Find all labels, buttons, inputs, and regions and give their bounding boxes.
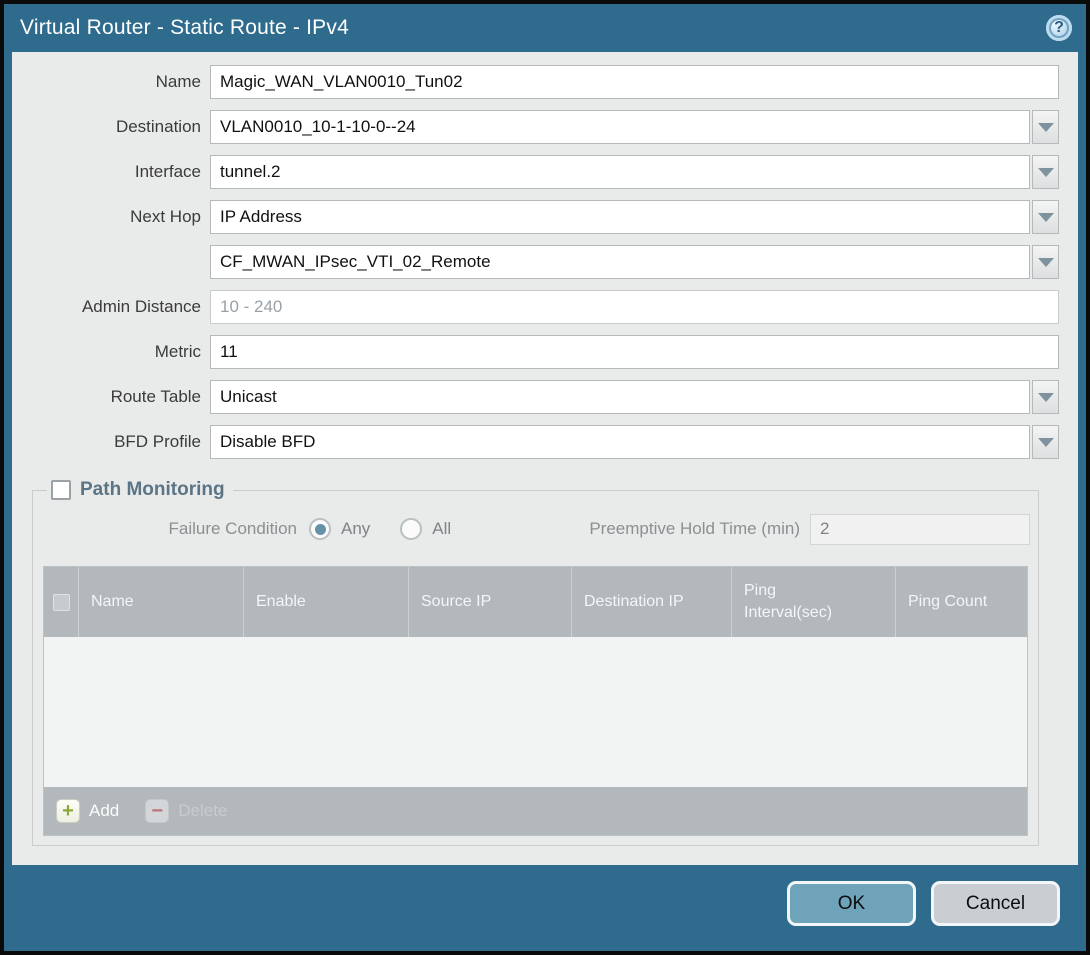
failure-condition-row: Failure Condition Any All Preemptive Hol… — [41, 511, 1030, 547]
next-hop-label: Next Hop — [12, 207, 210, 227]
table-header-row: Name Enable Source IP Destination IP Pin… — [44, 567, 1027, 637]
form-row-next-hop-address — [12, 245, 1059, 279]
path-monitoring-section: Path Monitoring Failure Condition Any Al… — [32, 479, 1039, 846]
destination-input[interactable] — [210, 110, 1030, 144]
next-hop-address-input[interactable] — [210, 245, 1030, 279]
form-row-bfd-profile: BFD Profile — [12, 425, 1059, 459]
chevron-down-icon — [1038, 168, 1054, 177]
chevron-down-icon — [1038, 258, 1054, 267]
form-row-metric: Metric — [12, 335, 1059, 369]
path-monitoring-title: Path Monitoring — [80, 479, 225, 501]
form-row-interface: Interface — [12, 155, 1059, 189]
path-monitoring-legend: Path Monitoring — [47, 479, 233, 501]
path-monitoring-checkbox[interactable] — [51, 480, 71, 500]
column-header-label: Name — [91, 593, 134, 611]
form-row-destination: Destination — [12, 110, 1059, 144]
route-table-input[interactable] — [210, 380, 1030, 414]
bfd-profile-label: BFD Profile — [12, 432, 210, 452]
radio-unselected-icon — [400, 518, 422, 540]
column-header-label: Ping Count — [908, 593, 987, 611]
ok-button[interactable]: OK — [787, 881, 916, 926]
metric-input[interactable] — [210, 335, 1059, 369]
failure-condition-all-radio[interactable]: All — [400, 518, 451, 540]
header-cell-source-ip: Source IP — [408, 567, 571, 637]
header-cell-destination-ip: Destination IP — [571, 567, 731, 637]
bfd-profile-input[interactable] — [210, 425, 1030, 459]
form-row-name: Name — [12, 65, 1059, 99]
admin-distance-input[interactable] — [210, 290, 1059, 324]
preemptive-hold-time-input[interactable] — [810, 514, 1030, 545]
failure-condition-any-radio[interactable]: Any — [309, 518, 370, 540]
preemptive-hold-time-label: Preemptive Hold Time (min) — [589, 519, 810, 539]
chevron-down-icon — [1038, 438, 1054, 447]
form-row-admin-distance: Admin Distance — [12, 290, 1059, 324]
name-label: Name — [12, 72, 210, 92]
form-row-next-hop: Next Hop — [12, 200, 1059, 234]
dialog-titlebar: Virtual Router - Static Route - IPv4 ? — [4, 4, 1086, 52]
interface-input[interactable] — [210, 155, 1030, 189]
next-hop-type-dropdown-button[interactable] — [1032, 200, 1059, 234]
preemptive-hold-time-group: Preemptive Hold Time (min) — [589, 514, 1030, 545]
dialog-content: Name Destination Interface Next Hop — [12, 52, 1078, 865]
table-body-empty — [44, 637, 1027, 787]
minus-icon: − — [145, 799, 169, 823]
column-header-label: Enable — [256, 593, 306, 611]
header-cell-ping-count: Ping Count — [895, 567, 1027, 637]
chevron-down-icon — [1038, 123, 1054, 132]
interface-label: Interface — [12, 162, 210, 182]
select-all-checkbox[interactable] — [53, 594, 70, 611]
radio-any-label: Any — [341, 519, 370, 539]
column-header-label: Ping Interval(sec) — [744, 580, 849, 623]
route-table-label: Route Table — [12, 387, 210, 407]
chevron-down-icon — [1038, 213, 1054, 222]
header-cell-name: Name — [78, 567, 243, 637]
failure-condition-label: Failure Condition — [41, 519, 309, 539]
table-footer-toolbar: + Add − Delete — [44, 787, 1027, 835]
radio-all-label: All — [432, 519, 451, 539]
destination-dropdown-button[interactable] — [1032, 110, 1059, 144]
form-row-route-table: Route Table — [12, 380, 1059, 414]
metric-label: Metric — [12, 342, 210, 362]
static-route-dialog: Virtual Router - Static Route - IPv4 ? N… — [0, 0, 1090, 955]
next-hop-type-input[interactable] — [210, 200, 1030, 234]
path-monitoring-table: Name Enable Source IP Destination IP Pin… — [43, 566, 1028, 836]
add-button[interactable]: + Add — [56, 799, 119, 823]
column-header-label: Destination IP — [584, 593, 684, 611]
next-hop-address-dropdown-button[interactable] — [1032, 245, 1059, 279]
header-cell-checkbox — [44, 567, 78, 637]
chevron-down-icon — [1038, 393, 1054, 402]
add-button-label: Add — [89, 801, 119, 821]
destination-label: Destination — [12, 117, 210, 137]
admin-distance-label: Admin Distance — [12, 297, 210, 317]
delete-button[interactable]: − Delete — [145, 799, 227, 823]
header-cell-ping-interval: Ping Interval(sec) — [731, 567, 895, 637]
delete-button-label: Delete — [178, 801, 227, 821]
help-icon[interactable]: ? — [1046, 15, 1072, 41]
bfd-profile-dropdown-button[interactable] — [1032, 425, 1059, 459]
interface-dropdown-button[interactable] — [1032, 155, 1059, 189]
name-input[interactable] — [210, 65, 1059, 99]
header-cell-enable: Enable — [243, 567, 408, 637]
route-table-dropdown-button[interactable] — [1032, 380, 1059, 414]
dialog-footer: OK Cancel — [4, 865, 1086, 951]
dialog-title: Virtual Router - Static Route - IPv4 — [20, 16, 1046, 40]
cancel-button[interactable]: Cancel — [931, 881, 1060, 926]
plus-icon: + — [56, 799, 80, 823]
column-header-label: Source IP — [421, 593, 491, 611]
radio-selected-icon — [309, 518, 331, 540]
